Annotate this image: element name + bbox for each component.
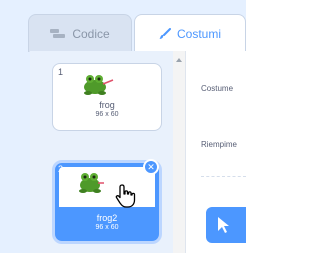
- costume-size: 96 x 60: [95, 224, 119, 231]
- costume-tile-frog2[interactable]: 2 ✕ frog2 96 x 60: [52, 159, 162, 244]
- costume-size: 96 x 60: [95, 111, 119, 118]
- tab-costumes-label: Costumi: [176, 26, 221, 41]
- close-icon[interactable]: ✕: [143, 159, 159, 175]
- costume-tile-frog[interactable]: 1 frog 96 x 60: [52, 63, 162, 131]
- costume-list-scrollbar[interactable]: [173, 51, 186, 253]
- costume-name: frog: [99, 100, 115, 110]
- frog-thumbnail: [84, 75, 114, 95]
- thumbnail-background: [59, 167, 155, 207]
- scroll-up-arrow-icon[interactable]: [176, 58, 182, 62]
- costume-name: frog2: [96, 213, 118, 223]
- brush-icon: [159, 27, 171, 39]
- pointer-cursor-icon: [115, 184, 136, 208]
- tab-code[interactable]: Codice: [28, 14, 132, 52]
- frog2-thumbnail: [79, 173, 104, 193]
- costume-number: 1: [58, 67, 64, 77]
- arrow-select-icon: [218, 217, 229, 233]
- toolbar-divider: [201, 176, 246, 177]
- tab-costumes[interactable]: Costumi: [134, 14, 246, 52]
- tab-bar: Codice Costumi: [28, 14, 246, 52]
- costume-number: 2: [58, 164, 64, 174]
- fill-label: Riempime: [201, 140, 238, 149]
- code-blocks-icon: [50, 28, 66, 38]
- tab-code-label: Codice: [72, 26, 110, 41]
- costume-name-label: Costume: [201, 84, 234, 93]
- select-tool-button[interactable]: [206, 207, 246, 243]
